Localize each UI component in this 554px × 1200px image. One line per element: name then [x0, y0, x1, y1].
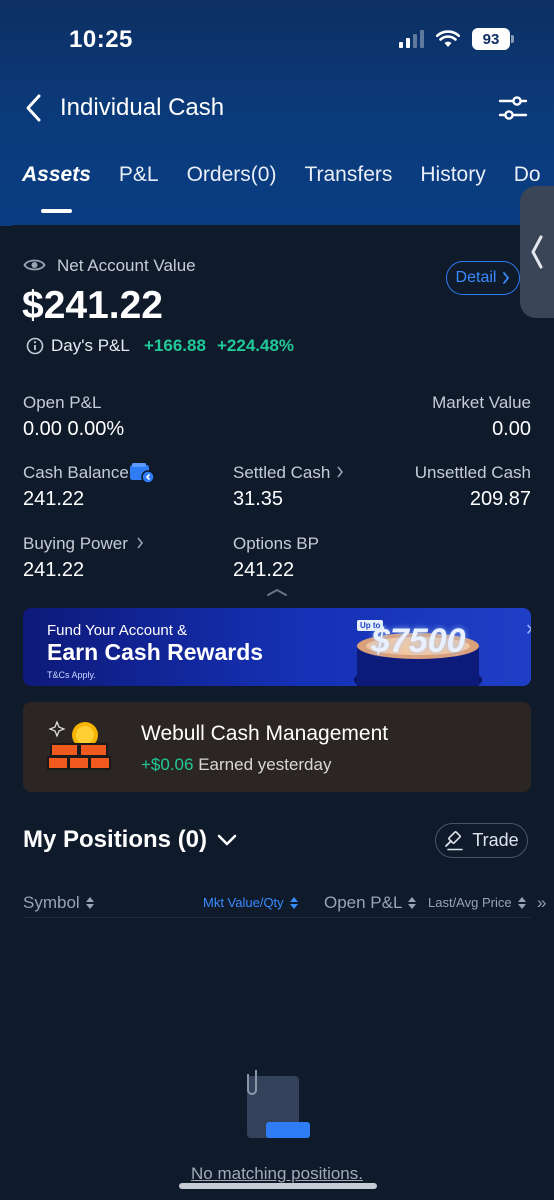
options-bp-value: 241.22 [233, 559, 295, 581]
detail-label: Detail [455, 269, 497, 286]
table-divider [23, 917, 531, 918]
sort-icon [289, 896, 298, 909]
tab-transfers[interactable]: Transfers [304, 163, 392, 187]
tab-documents[interactable]: Do [514, 163, 541, 187]
trade-button[interactable]: Trade [435, 823, 528, 858]
open-pl-label: Open P&L [23, 393, 102, 412]
chevron-left-icon [531, 235, 543, 269]
column-mkt-value-label: Mkt Value/Qty [203, 895, 284, 910]
status-icons: 93 [399, 28, 514, 50]
cash-management-title: Webull Cash Management [141, 722, 389, 745]
open-pl-value: 0.00 0.00% [23, 418, 125, 440]
side-panel-handle[interactable] [520, 186, 554, 318]
chevron-right-icon [337, 466, 344, 478]
column-last-avg-price[interactable]: Last/Avg Price [428, 895, 526, 910]
chevron-right-icon [137, 537, 144, 549]
column-last-avg-label: Last/Avg Price [428, 895, 512, 910]
tab-orders[interactable]: Orders(0) [187, 163, 277, 187]
buying-power-label[interactable]: Buying Power [23, 534, 128, 554]
sort-icon [517, 896, 526, 909]
market-value-label: Market Value [432, 393, 531, 412]
status-time: 10:25 [69, 26, 133, 53]
net-account-value: $241.22 [22, 284, 163, 327]
column-symbol-label: Symbol [23, 893, 80, 912]
chevron-down-icon [217, 834, 237, 846]
banner-amount: $7500 [371, 622, 466, 660]
tab-pl[interactable]: P&L [119, 163, 159, 187]
wifi-icon [436, 30, 460, 47]
banner-line-2: Earn Cash Rewards [47, 639, 264, 665]
battery-icon: 93 [472, 28, 514, 50]
column-mkt-value[interactable]: Mkt Value/Qty [203, 895, 298, 910]
back-arrow-icon[interactable] [22, 92, 46, 124]
active-tab-indicator [41, 209, 72, 213]
info-icon[interactable] [26, 337, 44, 355]
cash-management-card[interactable]: Webull Cash Management +$0.06 Earned yes… [23, 702, 531, 792]
settled-cash-value: 31.35 [233, 488, 284, 510]
chevron-right-icon [503, 272, 510, 284]
settings-sliders-icon[interactable] [498, 94, 528, 122]
cash-management-subtitle: +$0.06 Earned yesterday [141, 755, 331, 775]
empty-document-icon [247, 1070, 310, 1138]
wallet-icon[interactable] [129, 462, 155, 484]
days-pl-percent: +224.48% [217, 336, 295, 355]
promo-banner[interactable]: Fund Your Account & Earn Cash Rewards T&… [23, 608, 531, 686]
cash-balance-value: 241.22 [23, 488, 85, 510]
earned-label: Earned yesterday [198, 755, 332, 774]
trade-label: Trade [472, 830, 519, 850]
sort-icon [408, 897, 417, 909]
tab-bar: Assets P&L Orders(0) Transfers History D… [22, 163, 541, 187]
tab-assets[interactable]: Assets [22, 163, 91, 187]
days-pl-amount: +166.88 [144, 336, 206, 355]
column-symbol[interactable]: Symbol [23, 893, 94, 913]
unsettled-cash-label: Unsettled Cash [414, 463, 531, 482]
positions-title-text: My Positions (0) [23, 826, 208, 853]
options-bp-label: Options BP [233, 534, 319, 553]
detail-button[interactable]: Detail [446, 261, 520, 295]
net-account-value-label: Net Account Value [57, 256, 196, 275]
unsettled-cash-value: 209.87 [469, 488, 531, 510]
signal-icon [399, 30, 424, 48]
tab-history[interactable]: History [420, 163, 485, 187]
coin-bricks-icon [47, 720, 111, 770]
column-open-pl[interactable]: Open P&L [324, 893, 417, 913]
sort-icon [85, 897, 94, 909]
scroll-columns-icon[interactable]: » [537, 893, 546, 913]
cash-balance-label: Cash Balance [23, 463, 129, 482]
days-pl-label: Day's P&L [51, 336, 130, 355]
market-value-value: 0.00 [492, 418, 531, 440]
positions-title[interactable]: My Positions (0) [23, 826, 237, 854]
close-icon[interactable]: ✕ [525, 620, 531, 640]
earned-amount: +$0.06 [141, 755, 194, 774]
page-title: Individual Cash [60, 94, 225, 121]
column-open-pl-label: Open P&L [324, 893, 403, 912]
banner-line-1: Fund Your Account & [47, 622, 188, 639]
gavel-icon [445, 830, 464, 850]
empty-state-text: No matching positions. [191, 1164, 363, 1183]
eye-icon[interactable] [23, 257, 46, 273]
collapse-chevron-icon[interactable] [266, 587, 288, 597]
banner-terms: T&Cs Apply. [47, 670, 96, 680]
home-indicator[interactable] [179, 1183, 377, 1189]
settled-cash-label[interactable]: Settled Cash [233, 463, 330, 483]
buying-power-value: 241.22 [23, 559, 85, 581]
